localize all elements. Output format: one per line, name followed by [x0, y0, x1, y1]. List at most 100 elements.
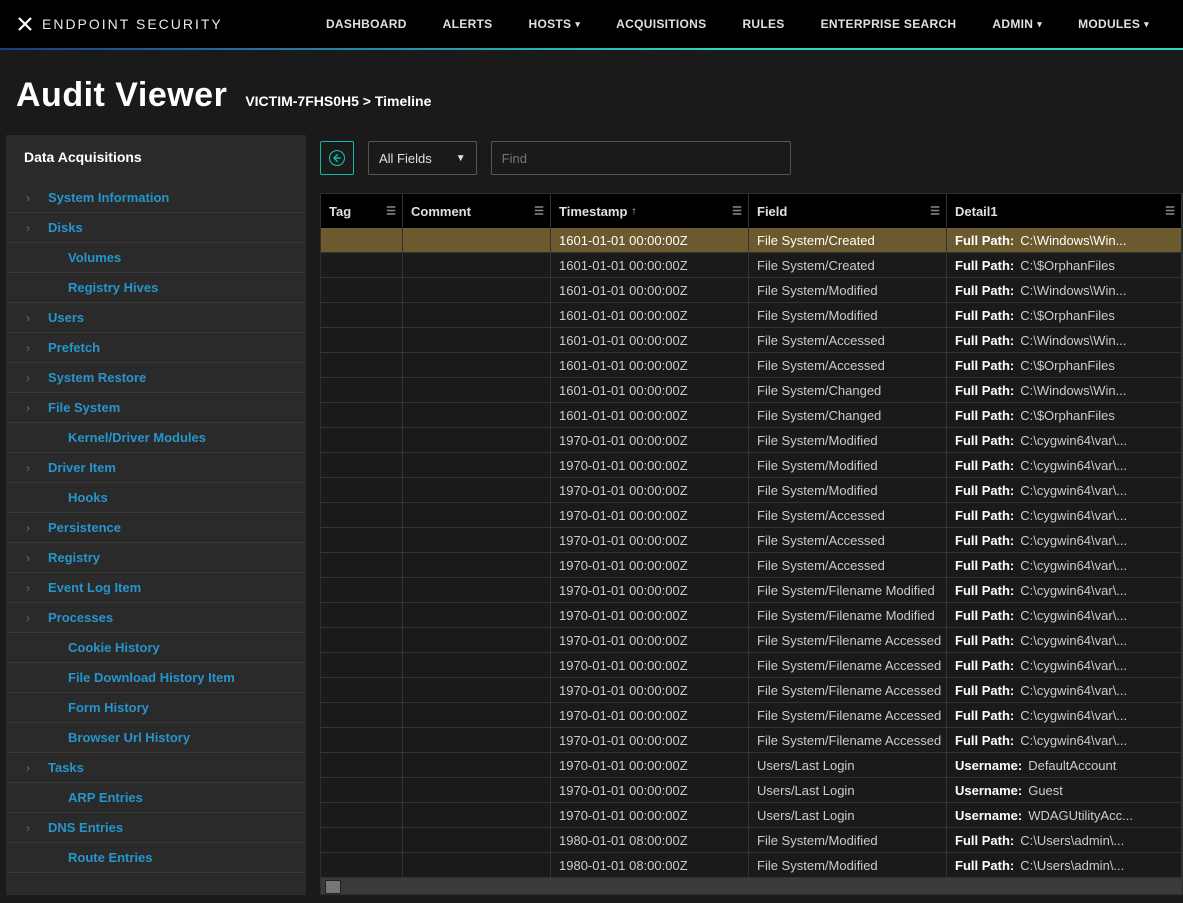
sidebar-item-driver-item[interactable]: ›Driver Item: [8, 453, 304, 483]
sidebar-item-processes[interactable]: ›Processes: [8, 603, 304, 633]
sidebar-item-users[interactable]: ›Users: [8, 303, 304, 333]
cell: [321, 828, 403, 852]
sidebar-item-system-restore[interactable]: ›System Restore: [8, 363, 304, 393]
table-row[interactable]: 1601-01-01 00:00:00ZFile System/Modified…: [321, 278, 1182, 303]
table-row[interactable]: 1970-01-01 00:00:00ZFile System/Accessed…: [321, 528, 1182, 553]
column-header-detail1[interactable]: Detail1☰: [947, 194, 1182, 228]
sidebar-item-persistence[interactable]: ›Persistence: [8, 513, 304, 543]
sidebar-item-file-download-history-item[interactable]: File Download History Item: [8, 663, 304, 693]
table-row[interactable]: 1601-01-01 00:00:00ZFile System/Accessed…: [321, 328, 1182, 353]
detail-key: Full Path:: [955, 258, 1014, 273]
sidebar-item-browser-url-history[interactable]: Browser Url History: [8, 723, 304, 753]
table-row[interactable]: 1601-01-01 00:00:00ZFile System/ChangedF…: [321, 378, 1182, 403]
sidebar-item-hooks[interactable]: Hooks: [8, 483, 304, 513]
cell: [321, 728, 403, 752]
table-row[interactable]: 1970-01-01 00:00:00ZFile System/Accessed…: [321, 553, 1182, 578]
table-row[interactable]: 1601-01-01 00:00:00ZFile System/CreatedF…: [321, 253, 1182, 278]
table-row[interactable]: 1601-01-01 00:00:00ZFile System/CreatedF…: [321, 228, 1182, 253]
expand-icon: ›: [26, 191, 40, 205]
cell: Full Path:C:\cygwin64\var\...: [947, 453, 1182, 477]
cell: [321, 228, 403, 252]
sidebar-item-registry-hives[interactable]: Registry Hives: [8, 273, 304, 303]
detail-value: C:\$OrphanFiles: [1020, 408, 1115, 423]
grid-body[interactable]: 1601-01-01 00:00:00ZFile System/CreatedF…: [321, 228, 1182, 878]
sidebar-list[interactable]: ›System Information›DisksVolumesRegistry…: [6, 183, 306, 895]
column-menu-icon[interactable]: ☰: [732, 205, 742, 218]
nav-rules[interactable]: RULES: [724, 0, 802, 48]
table-row[interactable]: 1970-01-01 00:00:00ZUsers/Last LoginUser…: [321, 803, 1182, 828]
cell: [321, 528, 403, 552]
sidebar-item-label: Event Log Item: [48, 580, 141, 595]
table-row[interactable]: 1980-01-01 08:00:00ZFile System/Modified…: [321, 853, 1182, 878]
sidebar-item-tasks[interactable]: ›Tasks: [8, 753, 304, 783]
table-row[interactable]: 1970-01-01 00:00:00ZFile System/Filename…: [321, 678, 1182, 703]
cell: File System/Accessed: [749, 528, 947, 552]
column-header-timestamp[interactable]: Timestamp↑☰: [551, 194, 749, 228]
table-row[interactable]: 1970-01-01 00:00:00ZFile System/Filename…: [321, 628, 1182, 653]
table-row[interactable]: 1970-01-01 00:00:00ZFile System/Modified…: [321, 428, 1182, 453]
table-row[interactable]: 1970-01-01 00:00:00ZFile System/Modified…: [321, 453, 1182, 478]
column-menu-icon[interactable]: ☰: [534, 205, 544, 218]
cell: [321, 753, 403, 777]
sidebar-item-cookie-history[interactable]: Cookie History: [8, 633, 304, 663]
search-input[interactable]: [502, 151, 780, 166]
sidebar-item-label: ARP Entries: [68, 790, 143, 805]
sidebar-item-system-information[interactable]: ›System Information: [8, 183, 304, 213]
cell: 1970-01-01 00:00:00Z: [551, 528, 749, 552]
detail-key: Full Path:: [955, 708, 1014, 723]
detail-key: Full Path:: [955, 458, 1014, 473]
sidebar-item-kernel-driver-modules[interactable]: Kernel/Driver Modules: [8, 423, 304, 453]
table-row[interactable]: 1970-01-01 00:00:00ZFile System/Filename…: [321, 703, 1182, 728]
cell: File System/Filename Modified: [749, 603, 947, 627]
sidebar-item-route-entries[interactable]: Route Entries: [8, 843, 304, 873]
table-row[interactable]: 1970-01-01 00:00:00ZFile System/Filename…: [321, 653, 1182, 678]
sidebar-item-disks[interactable]: ›Disks: [8, 213, 304, 243]
nav-dashboard[interactable]: DASHBOARD: [308, 0, 425, 48]
detail-value: C:\cygwin64\var\...: [1020, 608, 1127, 623]
sidebar-item-label: DNS Entries: [48, 820, 123, 835]
cell: File System/Modified: [749, 278, 947, 302]
cell: Users/Last Login: [749, 778, 947, 802]
nav-admin[interactable]: ADMIN▾: [974, 0, 1060, 48]
sidebar-item-dns-entries[interactable]: ›DNS Entries: [8, 813, 304, 843]
table-row[interactable]: 1970-01-01 00:00:00ZUsers/Last LoginUser…: [321, 778, 1182, 803]
column-menu-icon[interactable]: ☰: [386, 205, 396, 218]
column-header-tag[interactable]: Tag☰: [321, 194, 403, 228]
horizontal-scrollbar[interactable]: [321, 878, 1182, 894]
nav-acquisitions[interactable]: ACQUISITIONS: [598, 0, 724, 48]
nav-hosts[interactable]: HOSTS▾: [510, 0, 598, 48]
sidebar-item-file-system[interactable]: ›File System: [8, 393, 304, 423]
column-menu-icon[interactable]: ☰: [930, 205, 940, 218]
cell: File System/Modified: [749, 478, 947, 502]
table-row[interactable]: 1601-01-01 00:00:00ZFile System/Accessed…: [321, 353, 1182, 378]
sidebar-item-arp-entries[interactable]: ARP Entries: [8, 783, 304, 813]
table-row[interactable]: 1970-01-01 00:00:00ZFile System/Filename…: [321, 578, 1182, 603]
sidebar-item-volumes[interactable]: Volumes: [8, 243, 304, 273]
cell: File System/Accessed: [749, 503, 947, 527]
back-button[interactable]: [320, 141, 354, 175]
table-row[interactable]: 1601-01-01 00:00:00ZFile System/Modified…: [321, 303, 1182, 328]
column-header-field[interactable]: Field☰: [749, 194, 947, 228]
cell: File System/Filename Accessed: [749, 653, 947, 677]
column-header-comment[interactable]: Comment☰: [403, 194, 551, 228]
column-menu-icon[interactable]: ☰: [1165, 205, 1175, 218]
main-panel: All Fields ▼ Tag☰Comment☰Timestamp↑☰Fiel…: [320, 135, 1183, 895]
table-row[interactable]: 1970-01-01 00:00:00ZFile System/Accessed…: [321, 503, 1182, 528]
sidebar-item-form-history[interactable]: Form History: [8, 693, 304, 723]
cell: [403, 253, 551, 277]
search-box[interactable]: [491, 141, 791, 175]
table-row[interactable]: 1601-01-01 00:00:00ZFile System/ChangedF…: [321, 403, 1182, 428]
nav-enterprise-search[interactable]: ENTERPRISE SEARCH: [803, 0, 975, 48]
table-row[interactable]: 1970-01-01 00:00:00ZFile System/Filename…: [321, 728, 1182, 753]
nav-modules[interactable]: MODULES▾: [1060, 0, 1167, 48]
sidebar-item-prefetch[interactable]: ›Prefetch: [8, 333, 304, 363]
sidebar-item-registry[interactable]: ›Registry: [8, 543, 304, 573]
field-filter-select[interactable]: All Fields ▼: [368, 141, 477, 175]
table-row[interactable]: 1970-01-01 00:00:00ZUsers/Last LoginUser…: [321, 753, 1182, 778]
table-row[interactable]: 1980-01-01 08:00:00ZFile System/Modified…: [321, 828, 1182, 853]
table-row[interactable]: 1970-01-01 00:00:00ZFile System/Filename…: [321, 603, 1182, 628]
nav-alerts[interactable]: ALERTS: [425, 0, 511, 48]
page-title: Audit Viewer: [16, 76, 227, 115]
table-row[interactable]: 1970-01-01 00:00:00ZFile System/Modified…: [321, 478, 1182, 503]
sidebar-item-event-log-item[interactable]: ›Event Log Item: [8, 573, 304, 603]
